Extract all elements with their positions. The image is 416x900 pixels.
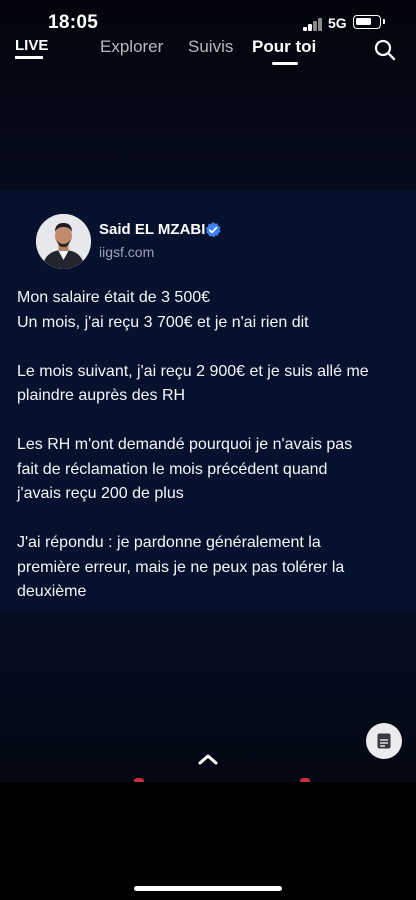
- author-name[interactable]: Said EL MZABI: [99, 221, 205, 238]
- bottom-bar: [0, 782, 416, 900]
- document-button[interactable]: [366, 723, 402, 759]
- text-line: Un mois, j'ai reçu 3 700€ et je n'ai rie…: [17, 313, 309, 331]
- text-line: Le mois suivant, j'ai reçu 2 900€ et je …: [17, 362, 369, 380]
- search-icon[interactable]: [373, 38, 397, 62]
- tab-pour-toi[interactable]: Pour toi: [252, 37, 316, 57]
- live-button[interactable]: LIVE: [15, 37, 48, 54]
- post-paragraph: Les RH m'ont demandé pourquoi je n'avais…: [17, 433, 409, 507]
- text-line: Les RH m'ont demandé pourquoi je n'avais…: [17, 436, 353, 453]
- home-indicator[interactable]: [134, 886, 282, 891]
- tab-suivis[interactable]: Suivis: [188, 37, 233, 57]
- app-screen: 18:05 5G LIVE Explorer Suivis Pour toi S…: [0, 0, 416, 900]
- active-tab-indicator: [272, 62, 298, 65]
- chevron-up-icon[interactable]: [196, 751, 220, 767]
- text-line: J'ai répondu : je pardonne généralement …: [17, 534, 321, 551]
- battery-icon: [353, 15, 385, 29]
- tab-explorer[interactable]: Explorer: [100, 37, 163, 57]
- top-nav: LIVE Explorer Suivis Pour toi: [0, 36, 416, 70]
- text-line: Mon salaire était de 3 500€: [17, 289, 211, 306]
- live-underline: [15, 56, 43, 59]
- avatar[interactable]: [36, 214, 91, 269]
- author-domain: iigsf.com: [99, 244, 155, 260]
- network-type-label: 5G: [328, 15, 347, 31]
- post-paragraph: J'ai répondu : je pardonne généralement …: [17, 531, 409, 605]
- verified-badge-icon: [205, 222, 221, 238]
- document-icon: [377, 733, 391, 749]
- status-time: 18:05: [48, 12, 99, 33]
- text-line: j'avais reçu 200 de plus: [17, 485, 184, 502]
- cellular-signal-icon: [303, 17, 323, 31]
- text-line: première erreur, mais je ne peux pas tol…: [17, 558, 345, 576]
- post-body: Mon salaire était de 3 500€ Un mois, j'a…: [17, 286, 409, 629]
- text-line: deuxième: [17, 583, 87, 600]
- text-line: plaindre auprès des RH: [17, 387, 186, 404]
- post-paragraph: Mon salaire était de 3 500€ Un mois, j'a…: [17, 286, 409, 335]
- text-line: fait de réclamation le mois précédent qu…: [17, 460, 328, 478]
- status-bar: 18:05 5G: [0, 0, 416, 40]
- post-paragraph: Le mois suivant, j'ai reçu 2 900€ et je …: [17, 360, 409, 409]
- post-card[interactable]: Said EL MZABI iigsf.com Mon salaire étai…: [0, 190, 416, 612]
